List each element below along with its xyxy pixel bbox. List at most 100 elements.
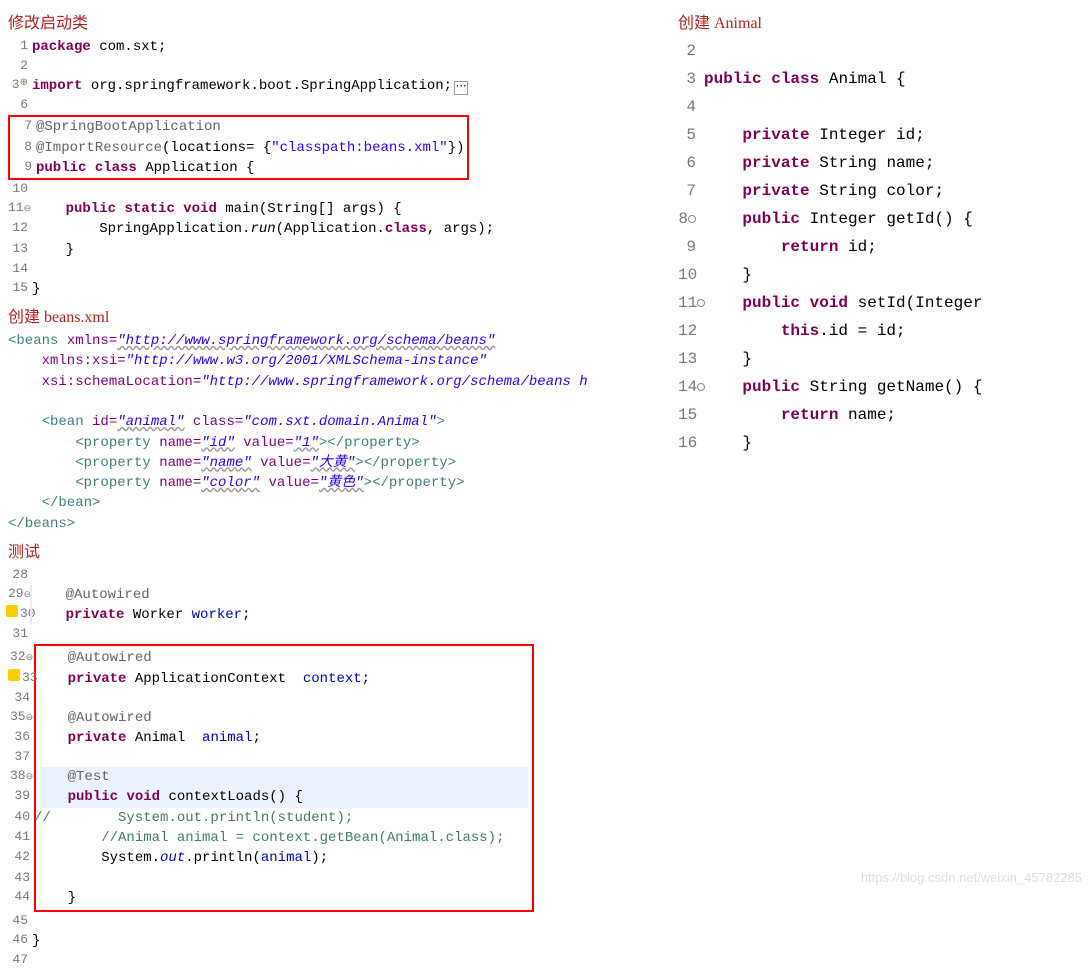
code-comment: // System.out.println(student); [34,810,353,826]
xml-tag: ></property> [355,455,456,471]
xml-tag: ></property> [319,435,420,451]
code-keyword: public [68,789,118,805]
code-token: setId(Integer [848,294,982,312]
xml-tag: <property [8,475,151,491]
code-token: package [32,39,91,55]
xml-attr: xsi:schemaLocation= [8,374,201,390]
code-keyword: private [66,607,125,623]
code-keyword: class [95,160,137,176]
xml-attr: xmlns:xsi= [8,353,126,369]
code-keyword: this [781,322,819,340]
code-token: .println( [185,850,261,866]
code-token: org.springframework.boot.SpringApplicati… [82,78,452,94]
code-token: Integer id; [810,126,925,144]
xml-value: "1" [294,435,319,451]
code-token: String name; [810,154,935,172]
xml-attr: value= [252,455,311,471]
xml-tag: </bean> [8,495,100,511]
code-token: System. [34,850,160,866]
code-keyword: public [742,294,800,312]
code-annotation: @SpringBootApplication [36,119,221,135]
xml-tag: > [437,414,445,430]
code-field: animal [202,730,252,746]
code-field: context [303,671,362,687]
code-keyword: public [742,378,800,396]
code-token: } [32,279,662,299]
animal-code-block: 2 3public class Animal { 4 5 private Int… [678,37,1082,457]
warning-icon [8,669,20,681]
code-token: name; [838,406,896,424]
xml-value: "id" [201,435,235,451]
warning-icon [6,605,18,617]
code-token: } [742,350,752,368]
xml-attr: name= [151,455,201,471]
code-keyword: class [771,70,819,88]
xml-attr: id= [84,414,118,430]
xml-attr: name= [151,435,201,451]
code-keyword: void [183,201,217,217]
watermark-text: https://blog.csdn.net/weixin_45782285 [861,870,1082,885]
collapse-icon[interactable]: ⋯ [454,81,468,95]
code-method: run [250,221,275,237]
xml-attr: name= [151,475,201,491]
xml-tag: <property [8,435,151,451]
code-token: }) [448,140,465,156]
xml-tag: ></property> [364,475,465,491]
code-field: out [160,850,185,866]
code-token: ; [362,671,370,687]
code-keyword: class [385,221,427,237]
code-keyword: private [742,126,809,144]
code-keyword: static [124,201,174,217]
test-code-block: 28 29⊖ @Autowired 30 private Worker work… [8,566,662,970]
xml-tag: <bean [8,414,84,430]
code-token: String color; [810,182,944,200]
code-token: id; [838,238,876,256]
beans-xml-block: <beans xmlns="http://www.springframework… [8,331,662,534]
section-title-beans: 创建 beans.xml [8,303,662,327]
xml-attr: xmlns= [58,333,117,349]
code-field: animal [261,850,311,866]
code-field: worker [192,607,242,623]
code-token: Animal { [819,70,905,88]
code-annotation: @Autowired [68,710,152,726]
code-keyword: public [66,201,116,217]
code-token: (locations= { [162,140,271,156]
xml-value: "黄色" [319,475,364,491]
application-code-block: 1package com.sxt; 2 3⊕import org.springf… [8,37,662,299]
xml-value: "大黄" [310,455,355,471]
code-token: ; [242,607,250,623]
code-annotation: @Test [68,769,110,785]
code-token: Worker [124,607,191,623]
xml-tag: </beans> [8,516,75,532]
xml-attr: class= [184,414,243,430]
xml-value: "color" [201,475,260,491]
code-token: (Application. [276,221,385,237]
code-token: SpringApplication. [32,221,250,237]
code-keyword: public [704,70,762,88]
code-keyword: public [36,160,86,176]
code-token: Application { [137,160,255,176]
xml-value: "http://www.springframework.org/schema/b… [117,333,495,349]
code-token: } [32,240,662,260]
code-keyword: public [742,210,800,228]
code-token: contextLoads() { [160,789,303,805]
code-keyword: private [68,730,127,746]
code-token: } [742,266,752,284]
code-token: } [34,888,528,908]
code-keyword: void [126,789,160,805]
code-token: ; [252,730,260,746]
xml-value: "http://www.w3.org/2001/XMLSchema-instan… [126,353,487,369]
code-comment: //Animal animal = context.getBean(Animal… [34,830,504,846]
xml-attr: value= [260,475,319,491]
code-token: import [32,78,82,94]
xml-value: "http://www.springframework.org/schema/b… [201,374,587,390]
code-token: } [742,434,752,452]
code-token: ApplicationContext [126,671,302,687]
code-token: Animal [126,730,202,746]
override-icon [688,215,696,223]
code-token: .id = id; [819,322,905,340]
xml-attr: value= [235,435,294,451]
code-annotation: @Autowired [66,587,150,603]
code-token: } [32,931,662,951]
xml-value: "com.sxt.domain.Animal" [243,414,436,430]
